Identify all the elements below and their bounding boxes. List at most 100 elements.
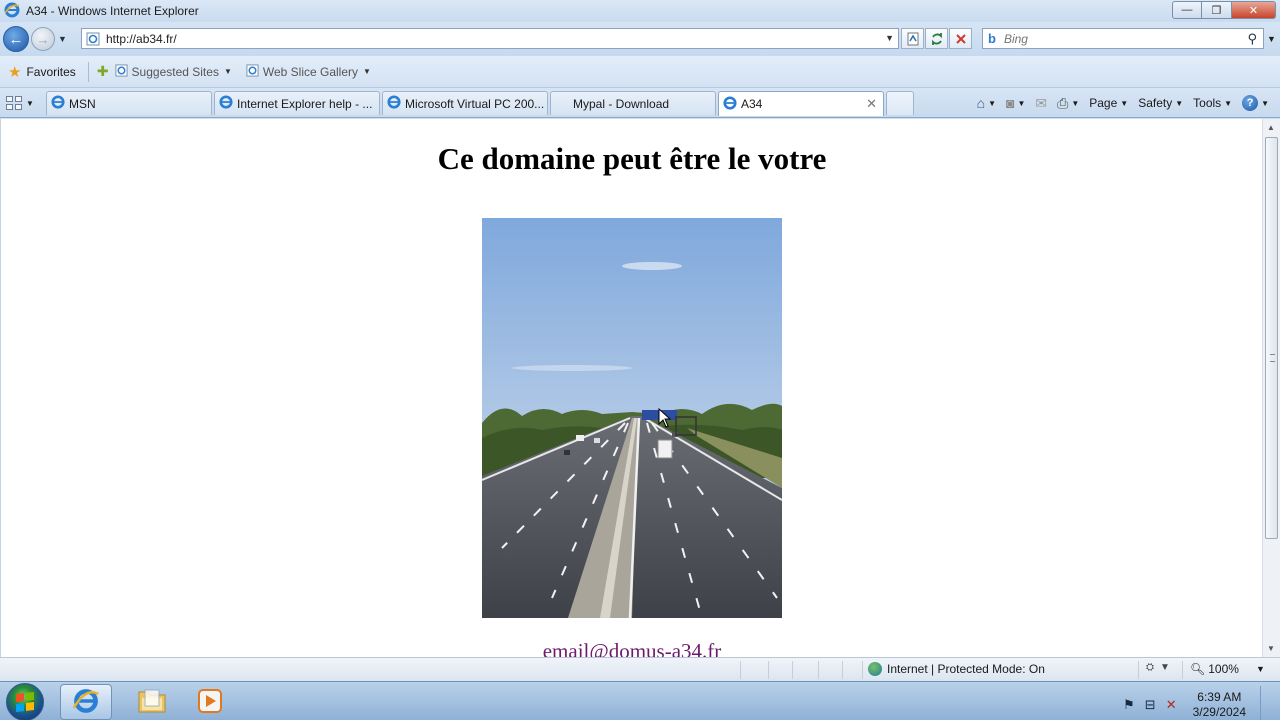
favorites-bar: ★ Favorites ✚ Suggested Sites ▼ Web Slic… (0, 56, 1280, 88)
status-divider (818, 661, 819, 679)
read-mail-button[interactable]: ✉ (1032, 95, 1050, 112)
search-options-dropdown[interactable]: ▼ (1267, 34, 1276, 44)
refresh-icon[interactable] (925, 28, 948, 49)
close-tab-icon[interactable]: ✕ (866, 96, 877, 112)
close-button[interactable]: ✕ (1232, 1, 1276, 19)
zoom-magnifier-icon: 🔍︎ (1190, 662, 1206, 676)
tab-a34[interactable]: A34 ✕ (718, 91, 884, 116)
tab-list-dropdown-icon[interactable]: ▼ (26, 99, 34, 108)
internet-explorer-icon (219, 95, 233, 112)
page-heading: Ce domaine peut être le votre (437, 141, 827, 176)
title-bar: A34 - Windows Internet Explorer — ❐ ✕ (0, 0, 1280, 22)
new-tab-button[interactable] (886, 91, 914, 115)
scroll-down-arrow-icon[interactable]: ▼ (1267, 644, 1275, 653)
forward-arrow-icon: → (36, 31, 50, 47)
tab-msn[interactable]: MSN (46, 91, 212, 115)
home-icon: ⌂ (976, 95, 986, 111)
tools-menu[interactable]: Tools ▼ (1190, 96, 1235, 110)
internet-explorer-icon (4, 2, 20, 21)
security-zone[interactable]: Internet | Protected Mode: On (868, 662, 1045, 676)
feeds-button[interactable]: ◙ ▼ (1003, 95, 1028, 111)
tab-microsoft-virtual-pc[interactable]: Microsoft Virtual PC 200... (382, 91, 548, 115)
web-slice-gallery-link[interactable]: Web Slice Gallery ▼ (246, 63, 371, 80)
tools-menu-label: Tools (1193, 96, 1222, 110)
favorites-label: Favorites (26, 64, 76, 79)
search-box[interactable]: b ⚲ (982, 28, 1264, 49)
popup-blocker[interactable]: ⛭ ▼ (1146, 662, 1170, 673)
tab-bar: ▼ MSN Internet Explorer help - ... Micro… (0, 88, 1280, 118)
page-menu-label: Page (1089, 96, 1118, 110)
popup-icon: ⛭ (1146, 662, 1154, 673)
help-icon: ? (1242, 95, 1259, 111)
tab-mypal-download[interactable]: Mypal - Download (550, 91, 716, 115)
chevron-down-icon[interactable]: ▼ (1017, 99, 1025, 108)
folder-icon (137, 688, 167, 717)
address-url[interactable]: http://ab34.fr/ (106, 32, 177, 46)
action-center-flag-icon[interactable]: ⚑ (1123, 697, 1135, 713)
windows-logo-icon (16, 692, 34, 712)
show-desktop-button[interactable] (1260, 686, 1274, 720)
chevron-down-icon: ▼ (363, 67, 371, 76)
chevron-down-icon: ▼ (1120, 98, 1129, 108)
tab-internet-explorer-help[interactable]: Internet Explorer help - ... (214, 91, 380, 115)
help-menu[interactable]: ? ▼ (1239, 95, 1272, 111)
vertical-scrollbar[interactable]: ▲ ▼ (1262, 119, 1280, 657)
tab-label: Microsoft Virtual PC 200... (405, 96, 545, 111)
taskbar-media-player[interactable] (184, 684, 236, 720)
favorites-button[interactable]: ★ Favorites (8, 63, 76, 81)
taskbar-file-explorer[interactable] (126, 684, 178, 720)
printer-icon: ⎙ (1057, 94, 1069, 111)
search-icon[interactable]: ⚲ (1247, 31, 1257, 47)
rss-feed-icon: ◙ (1005, 95, 1015, 111)
page-icon (86, 32, 100, 49)
home-button[interactable]: ⌂ ▼ (974, 95, 999, 111)
chevron-down-icon: ▼ (1160, 662, 1170, 673)
status-bar: Internet | Protected Mode: On ⛭ ▼ 🔍︎ 100%… (0, 657, 1280, 681)
clock-time: 6:39 AM (1197, 689, 1242, 704)
status-divider (740, 661, 741, 679)
chevron-down-icon: ▼ (1224, 98, 1233, 108)
contact-email-link[interactable]: email@domus-a34.fr (1, 639, 1262, 657)
status-divider (1182, 661, 1183, 679)
mail-icon: ✉ (1035, 94, 1048, 111)
page-icon (115, 63, 128, 80)
chevron-down-icon[interactable]: ▼ (1071, 99, 1079, 108)
taskbar-internet-explorer[interactable] (60, 684, 112, 720)
scroll-up-arrow-icon[interactable]: ▲ (1267, 123, 1275, 132)
internet-explorer-icon (72, 687, 100, 718)
tab-label: Mypal - Download (573, 96, 670, 111)
clock[interactable]: 6:39 AM 3/29/2024 (1193, 690, 1246, 720)
compat-view-icon[interactable] (901, 28, 924, 49)
safety-menu[interactable]: Safety ▼ (1135, 96, 1186, 110)
internet-explorer-icon (51, 95, 65, 112)
address-bar[interactable]: http://ab34.fr/ ▼ (81, 28, 899, 49)
quick-tabs-button[interactable]: ▼ (6, 92, 44, 114)
suggested-sites-link[interactable]: Suggested Sites ▼ (115, 63, 232, 80)
window-controls: — ❐ ✕ (1172, 1, 1276, 19)
page-menu[interactable]: Page ▼ (1086, 96, 1131, 110)
safety-menu-label: Safety (1138, 96, 1173, 110)
print-button[interactable]: ⎙ ▼ (1054, 95, 1082, 112)
chevron-down-icon: ▼ (1261, 98, 1269, 108)
minimize-button[interactable]: — (1172, 1, 1202, 19)
bing-icon: b (988, 31, 996, 46)
address-dropdown-icon[interactable]: ▼ (885, 33, 894, 43)
add-to-favorites-bar-icon[interactable]: ✚ (97, 63, 109, 80)
restore-button[interactable]: ❐ (1202, 1, 1232, 19)
forward-button[interactable]: → (31, 27, 55, 51)
favorites-separator (87, 61, 89, 82)
network-icon[interactable]: ⊟ (1145, 697, 1156, 713)
volume-muted-icon[interactable]: ✕ (1166, 697, 1177, 713)
chevron-down-icon[interactable]: ▼ (988, 99, 996, 108)
zoom-level: 100% (1208, 662, 1239, 676)
back-button[interactable]: ← (3, 26, 29, 52)
favorites-star-icon: ★ (8, 63, 22, 81)
zoom-control[interactable]: 🔍︎ 100% ▼ (1190, 662, 1265, 676)
highway-photo (482, 218, 782, 618)
start-button[interactable] (6, 683, 44, 720)
stop-icon[interactable] (949, 28, 972, 49)
search-input[interactable] (1003, 31, 1224, 46)
suggested-sites-label: Suggested Sites (131, 64, 219, 79)
scrollbar-thumb[interactable] (1265, 137, 1278, 539)
recent-pages-dropdown[interactable]: ▼ (58, 34, 67, 44)
